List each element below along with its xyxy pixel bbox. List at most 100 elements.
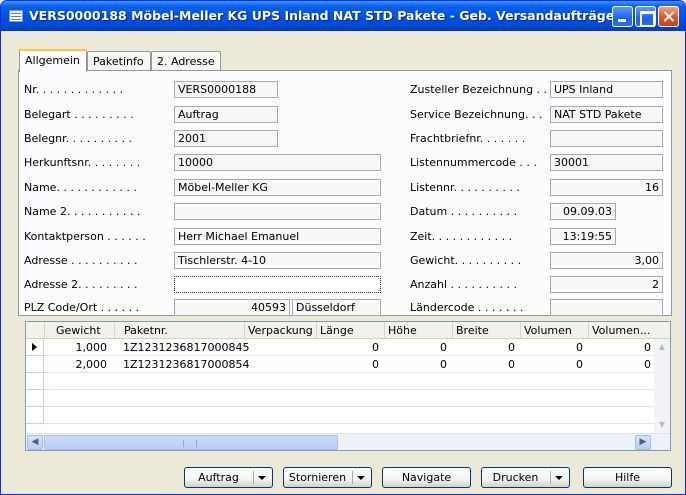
label-anzahl: Anzahl . . . . . . . . . . — [410, 278, 517, 291]
cell-breite[interactable]: 0 — [454, 341, 515, 354]
cell-breite[interactable]: 0 — [454, 358, 515, 371]
field-name-2[interactable] — [174, 203, 381, 220]
label-zeit: Zeit. . . . . . . . . . . . — [410, 230, 513, 243]
horizontal-scroll-thumb[interactable] — [44, 435, 338, 450]
field-gewicht[interactable]: 3,00 — [550, 252, 663, 269]
cell-laenge[interactable]: 0 — [318, 341, 379, 354]
chevron-down-icon — [258, 476, 266, 480]
horizontal-scrollbar[interactable]: ◀ ▶ — [26, 433, 670, 450]
row-selector[interactable] — [26, 356, 44, 373]
field-nr[interactable]: VERS0000188 — [174, 81, 278, 98]
cell-volumen[interactable]: 0 — [522, 358, 583, 371]
current-row-arrow-icon — [32, 343, 37, 351]
row-selector[interactable] — [26, 407, 44, 424]
cell-volumen-2[interactable]: 0 — [590, 341, 651, 354]
label-datum: Datum . . . . . . . . . . — [410, 205, 518, 218]
table-row[interactable]: 1,000 1Z1231236817000845 0 0 0 0 0 — [26, 339, 654, 356]
chevron-down-icon — [357, 476, 365, 480]
auftrag-button-label: Auftrag — [198, 471, 239, 484]
window-title: VERS0000188 Möbel-Meller KG UPS Inland N… — [29, 8, 615, 23]
column-header-volumen-2[interactable]: Volumen... — [592, 324, 650, 337]
row-selector[interactable] — [26, 373, 44, 390]
field-listennr[interactable]: 16 — [550, 179, 663, 196]
general-panel: Nr. . . . . . . . . . . . . VERS0000188 … — [18, 70, 672, 316]
cell-gewicht[interactable]: 1,000 — [46, 341, 108, 354]
scroll-down-icon[interactable]: ▼ — [656, 419, 668, 431]
cell-gewicht[interactable]: 2,000 — [46, 358, 108, 371]
cell-paketnr[interactable]: 1Z1231236817000845 — [123, 341, 250, 354]
column-header-volumen[interactable]: Volumen — [524, 324, 572, 337]
cell-hoehe[interactable]: 0 — [386, 358, 447, 371]
field-zusteller-bezeichnung[interactable]: UPS Inland — [550, 81, 663, 98]
cell-laenge[interactable]: 0 — [318, 358, 379, 371]
stornieren-button[interactable]: Stornieren — [283, 467, 372, 488]
field-ort[interactable]: Düsseldorf — [292, 299, 381, 316]
navigate-button[interactable]: Navigate — [382, 467, 471, 488]
tab-allgemein[interactable]: Allgemein — [19, 49, 87, 72]
column-header-gewicht[interactable]: Gewicht — [56, 324, 101, 337]
label-nr: Nr. . . . . . . . . . . . . — [24, 83, 124, 96]
label-adresse-2: Adresse 2. . . . . . . . . — [24, 278, 138, 291]
tab-paketinfo[interactable]: Paketinfo — [87, 51, 151, 71]
field-name[interactable]: Möbel-Meller KG — [174, 179, 381, 196]
close-icon[interactable] — [658, 6, 679, 27]
field-listennummercode[interactable]: 30001 — [550, 154, 663, 171]
scroll-right-icon[interactable]: ▶ — [635, 435, 651, 450]
field-zeit[interactable]: 13:19:55 — [550, 228, 616, 245]
scroll-up-icon[interactable]: ▲ — [656, 341, 668, 353]
field-frachtbriefnr[interactable] — [550, 130, 663, 147]
field-herkunftsnr[interactable]: 10000 — [174, 154, 381, 171]
label-kontaktperson: Kontaktperson . . . . . . — [24, 230, 146, 243]
cell-paketnr[interactable]: 1Z1231236817000854 — [123, 358, 250, 371]
row-selector[interactable] — [26, 390, 44, 407]
label-laendercode: Ländercode . . . . . . . — [410, 301, 524, 314]
scroll-left-icon[interactable]: ◀ — [27, 435, 43, 450]
cell-hoehe[interactable]: 0 — [386, 341, 447, 354]
field-kontaktperson[interactable]: Herr Michael Emanuel — [174, 228, 381, 245]
stornieren-button-label: Stornieren — [288, 471, 347, 484]
table-row[interactable]: 2,000 1Z1231236817000854 0 0 0 0 0 — [26, 356, 654, 373]
hilfe-button[interactable]: Hilfe — [583, 467, 672, 488]
field-plz-code[interactable]: 40593 — [174, 299, 290, 316]
drucken-button-label: Drucken — [492, 471, 539, 484]
label-adresse: Adresse . . . . . . . . . . — [24, 254, 138, 267]
label-plz-ort: PLZ Code/Ort . . . . . . — [24, 301, 140, 314]
cell-volumen[interactable]: 0 — [522, 341, 583, 354]
field-belegnr[interactable]: 2001 — [174, 130, 278, 147]
column-header-breite[interactable]: Breite — [456, 324, 489, 337]
row-selector[interactable] — [26, 339, 44, 356]
auftrag-button[interactable]: Auftrag — [184, 467, 273, 488]
table-header: Gewicht Paketnr. Verpackung Länge Höhe B… — [26, 322, 670, 339]
label-zusteller-bezeichnung: Zusteller Bezeichnung . . — [410, 83, 548, 96]
field-anzahl[interactable]: 2 — [550, 276, 663, 293]
tab-2-adresse[interactable]: 2. Adresse — [151, 51, 221, 71]
maximize-icon[interactable] — [635, 6, 656, 27]
vertical-scrollbar[interactable]: ▲ ▼ — [654, 339, 670, 433]
hilfe-button-label: Hilfe — [614, 471, 641, 484]
label-listennummercode: Listennummercode . . . — [410, 156, 537, 169]
table-row-empty[interactable] — [26, 373, 654, 390]
title-bar[interactable]: VERS0000188 Möbel-Meller KG UPS Inland N… — [1, 1, 685, 31]
column-header-hoehe[interactable]: Höhe — [388, 324, 417, 337]
field-service-bezeichnung[interactable]: NAT STD Pakete — [550, 106, 663, 123]
window: VERS0000188 Möbel-Meller KG UPS Inland N… — [0, 0, 686, 495]
drucken-button[interactable]: Drucken — [481, 467, 570, 488]
package-table: Gewicht Paketnr. Verpackung Länge Höhe B… — [25, 321, 671, 451]
cell-volumen-2[interactable]: 0 — [590, 358, 651, 371]
label-name: Name. . . . . . . . . . . . — [24, 181, 137, 194]
minimize-icon[interactable] — [612, 6, 633, 27]
navigate-button-label: Navigate — [401, 471, 452, 484]
form-icon — [9, 10, 23, 22]
field-laendercode[interactable] — [550, 299, 663, 316]
label-gewicht: Gewicht. . . . . . . . . . — [410, 254, 522, 267]
field-belegart[interactable]: Auftrag — [174, 106, 278, 123]
table-row-empty[interactable] — [26, 390, 654, 407]
column-header-laenge[interactable]: Länge — [320, 324, 354, 337]
field-adresse-2[interactable] — [174, 276, 381, 293]
table-row-empty[interactable] — [26, 407, 654, 424]
column-header-verpackung[interactable]: Verpackung — [248, 324, 313, 337]
label-service-bezeichnung: Service Bezeichnung. . . — [410, 108, 543, 121]
field-datum[interactable]: 09.09.03 — [550, 203, 616, 220]
field-adresse[interactable]: Tischlerstr. 4-10 — [174, 252, 381, 269]
column-header-paketnr[interactable]: Paketnr. — [124, 324, 168, 337]
